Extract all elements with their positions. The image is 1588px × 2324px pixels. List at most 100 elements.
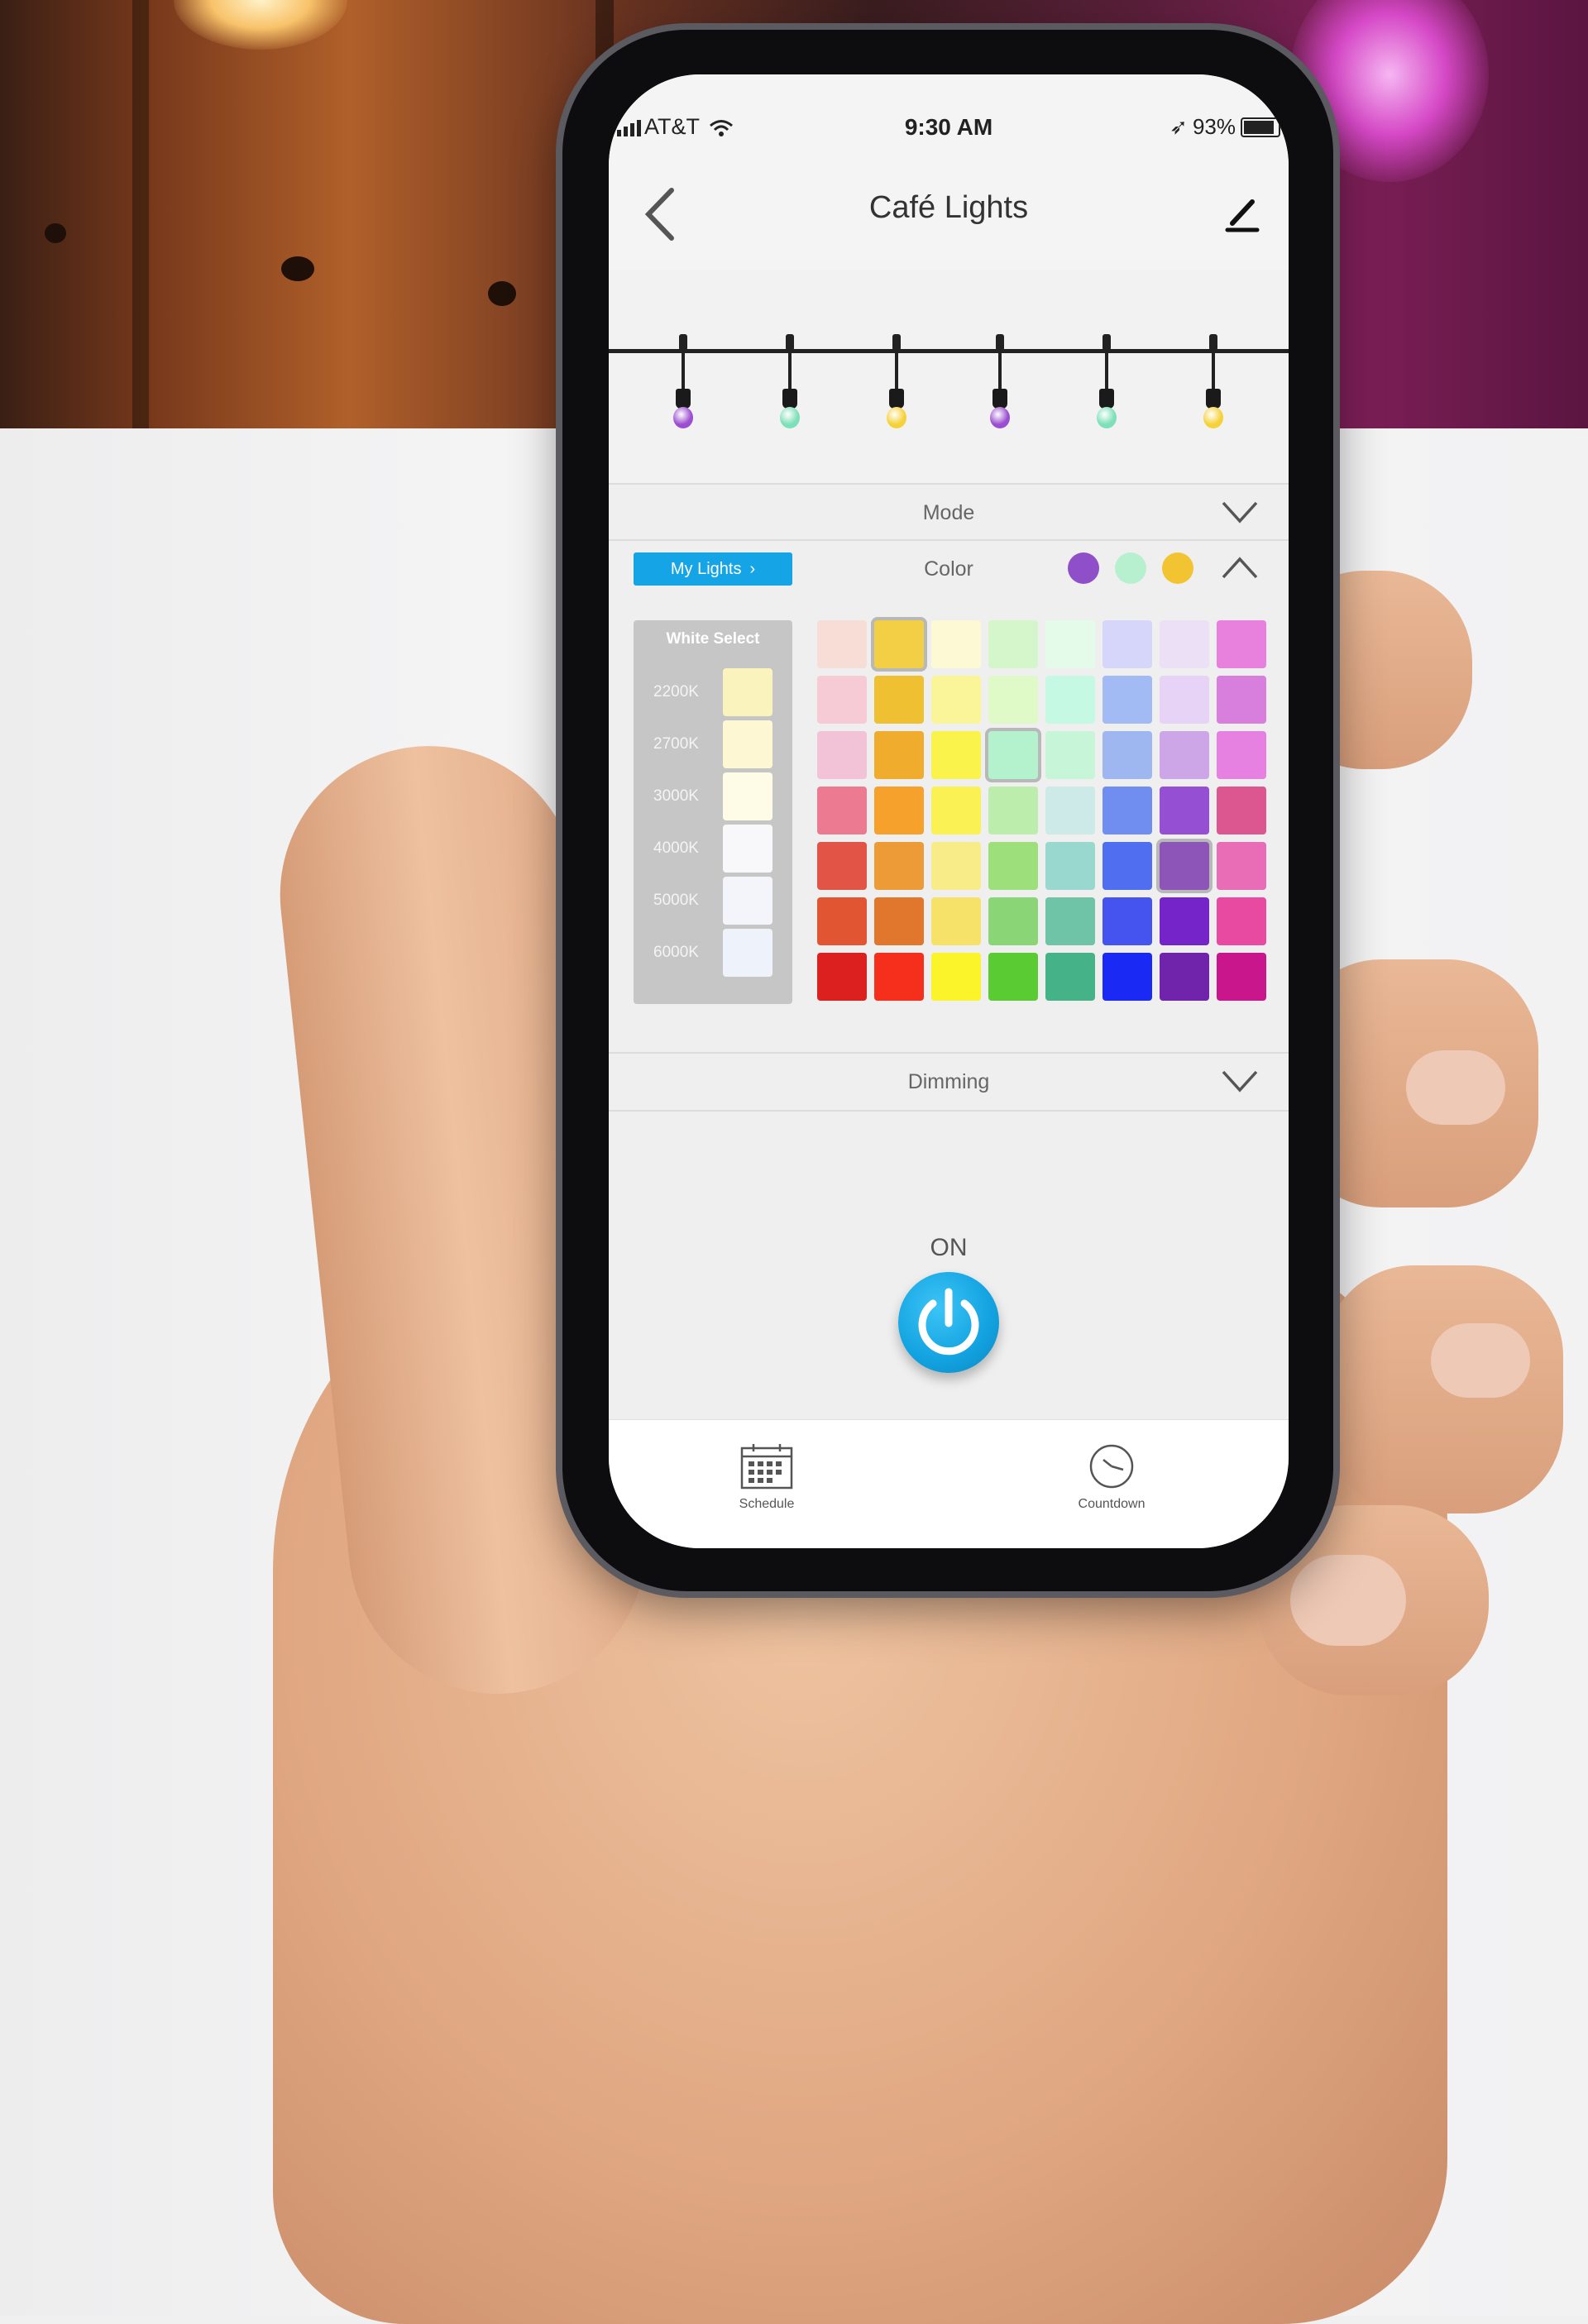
color-swatch[interactable] <box>988 620 1038 668</box>
color-swatch[interactable] <box>988 897 1038 945</box>
color-swatch[interactable] <box>931 676 981 724</box>
white-select-swatch[interactable] <box>723 720 772 768</box>
color-swatch[interactable] <box>1160 620 1209 668</box>
color-swatch[interactable] <box>988 731 1038 779</box>
color-swatch[interactable] <box>1217 787 1266 834</box>
color-swatch[interactable] <box>874 731 924 779</box>
color-swatch[interactable] <box>1160 676 1209 724</box>
color-swatch[interactable] <box>874 897 924 945</box>
white-select-swatch[interactable] <box>723 668 772 716</box>
color-swatch[interactable] <box>1045 787 1095 834</box>
white-select-option[interactable]: 3000K <box>634 772 792 820</box>
dimming-label: Dimming <box>907 1070 990 1093</box>
color-swatch[interactable] <box>931 731 981 779</box>
color-swatch[interactable] <box>1045 620 1095 668</box>
power-button[interactable] <box>898 1272 999 1373</box>
color-swatch[interactable] <box>931 842 981 890</box>
status-bar: AT&T 9:30 AM ➶ 93% <box>609 74 1289 182</box>
color-swatch[interactable] <box>1217 731 1266 779</box>
selected-color-dot[interactable] <box>1162 552 1193 584</box>
color-swatch[interactable] <box>931 953 981 1001</box>
color-swatch[interactable] <box>1045 676 1095 724</box>
tab-schedule-label: Schedule <box>739 1497 795 1511</box>
color-swatch[interactable] <box>1045 842 1095 890</box>
color-swatch[interactable] <box>1217 676 1266 724</box>
color-swatch[interactable] <box>931 897 981 945</box>
tab-countdown-label: Countdown <box>1078 1497 1146 1511</box>
color-swatch[interactable] <box>1103 731 1152 779</box>
calendar-icon <box>740 1444 793 1490</box>
battery-icon <box>1241 117 1280 137</box>
color-swatch[interactable] <box>931 620 981 668</box>
color-swatch[interactable] <box>817 897 867 945</box>
color-swatch[interactable] <box>874 787 924 834</box>
white-select-swatch[interactable] <box>723 929 772 977</box>
white-select-option[interactable]: 4000K <box>634 825 792 873</box>
color-swatch[interactable] <box>817 842 867 890</box>
color-swatch[interactable] <box>1103 676 1152 724</box>
white-select-option-label: 4000K <box>653 839 699 857</box>
color-swatch[interactable] <box>1103 897 1152 945</box>
color-swatch[interactable] <box>817 953 867 1001</box>
white-select-swatch[interactable] <box>723 877 772 925</box>
warm-bulb-glow <box>174 0 347 50</box>
chevron-up-icon[interactable] <box>1221 556 1259 581</box>
selected-color-dot[interactable] <box>1068 552 1099 584</box>
white-select-option[interactable]: 2200K <box>634 668 792 716</box>
color-swatch[interactable] <box>1160 787 1209 834</box>
color-swatch[interactable] <box>988 787 1038 834</box>
white-select-option-label: 5000K <box>653 892 699 909</box>
wood-knot <box>281 256 314 281</box>
white-select-swatch[interactable] <box>723 772 772 820</box>
color-swatch[interactable] <box>988 842 1038 890</box>
color-swatch[interactable] <box>988 676 1038 724</box>
color-swatch[interactable] <box>1045 731 1095 779</box>
color-swatch[interactable] <box>988 953 1038 1001</box>
white-select-swatch[interactable] <box>723 825 772 873</box>
color-swatch[interactable] <box>1103 953 1152 1001</box>
color-swatch[interactable] <box>1217 620 1266 668</box>
selected-color-dot[interactable] <box>1115 552 1146 584</box>
color-swatch[interactable] <box>874 842 924 890</box>
tab-bar: Schedule Countdown <box>609 1419 1289 1548</box>
mode-label: Mode <box>922 501 975 524</box>
color-swatch[interactable] <box>1160 842 1209 890</box>
color-swatch[interactable] <box>1217 953 1266 1001</box>
wood-knot <box>488 281 516 306</box>
color-swatch[interactable] <box>1160 953 1209 1001</box>
color-swatch[interactable] <box>931 787 981 834</box>
color-swatch[interactable] <box>1160 731 1209 779</box>
white-select-panel: White Select 2200K 2700K 3000K 4000K 5000K 60… <box>634 620 792 1004</box>
color-swatch[interactable] <box>1103 842 1152 890</box>
color-swatch[interactable] <box>1045 953 1095 1001</box>
mode-row[interactable]: Mode <box>609 483 1289 541</box>
color-swatch[interactable] <box>1160 897 1209 945</box>
power-state-label: ON <box>930 1234 968 1261</box>
hand-finger <box>1323 1265 1563 1513</box>
color-swatch[interactable] <box>817 731 867 779</box>
color-swatch[interactable] <box>1217 897 1266 945</box>
white-select-option[interactable]: 6000K <box>634 929 792 977</box>
chevron-down-icon[interactable] <box>1221 1069 1259 1093</box>
white-select-option[interactable]: 2700K <box>634 720 792 768</box>
white-select-option-label: 3000K <box>653 787 699 805</box>
tab-schedule[interactable]: Schedule <box>701 1443 833 1512</box>
app-screen: AT&T 9:30 AM ➶ 93% Café Lights Mode My L… <box>609 74 1289 1548</box>
color-swatch[interactable] <box>817 787 867 834</box>
color-swatch[interactable] <box>817 676 867 724</box>
dimming-row[interactable]: Dimming <box>609 1052 1289 1112</box>
pencil-icon[interactable] <box>1222 195 1262 237</box>
color-swatch[interactable] <box>874 676 924 724</box>
color-swatch[interactable] <box>1217 842 1266 890</box>
color-swatch[interactable] <box>874 953 924 1001</box>
chevron-down-icon[interactable] <box>1221 500 1259 524</box>
color-swatch[interactable] <box>1103 787 1152 834</box>
color-swatch[interactable] <box>1103 620 1152 668</box>
tab-countdown[interactable]: Countdown <box>1045 1443 1178 1512</box>
location-icon: ➶ <box>1169 114 1188 139</box>
battery-status: ➶ 93% <box>1169 114 1280 140</box>
color-swatch[interactable] <box>817 620 867 668</box>
white-select-option[interactable]: 5000K <box>634 877 792 925</box>
color-swatch[interactable] <box>1045 897 1095 945</box>
color-swatch[interactable] <box>874 620 924 668</box>
